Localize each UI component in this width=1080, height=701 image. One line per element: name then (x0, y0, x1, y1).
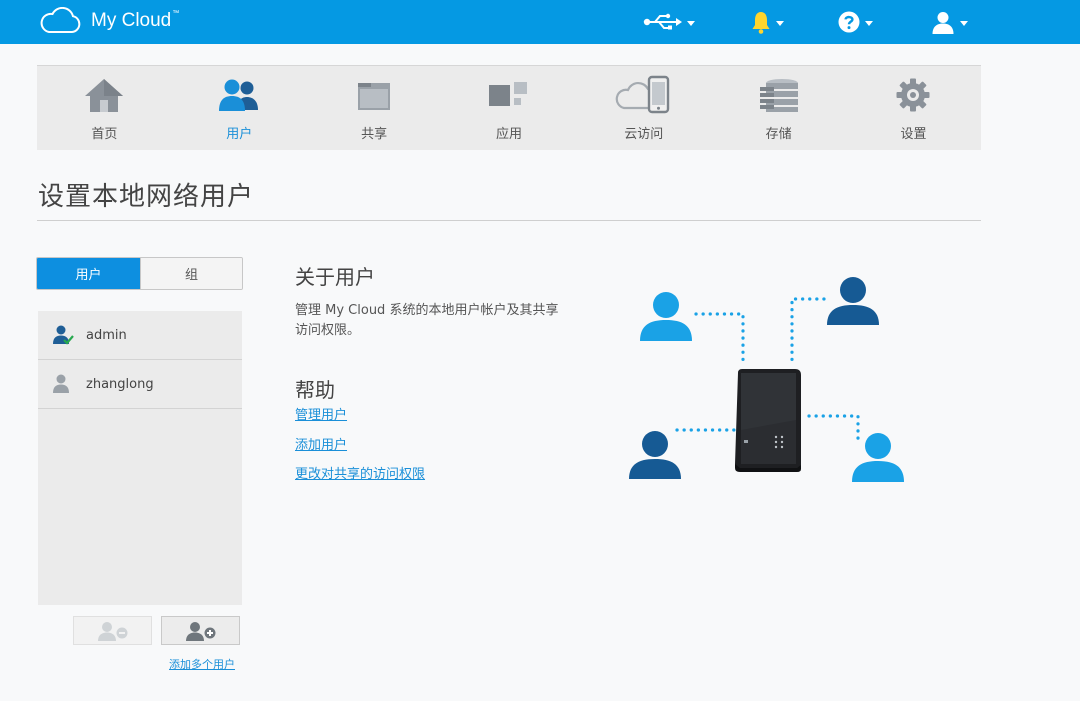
add-user-button[interactable] (161, 616, 240, 645)
storage-icon (759, 79, 798, 112)
user-row-zhanglong[interactable]: zhanglong (38, 360, 242, 409)
home-icon (85, 79, 124, 112)
help-menu[interactable] (838, 6, 873, 38)
page-title: 设置本地网络用户 (38, 182, 255, 212)
usb-icon (643, 13, 682, 30)
about-description: 管理 My Cloud 系统的本地用户帐户及其共享访问权限。 (295, 303, 559, 338)
brand-logo[interactable]: My Cloud™ (38, 5, 179, 37)
user-caret-icon (960, 20, 968, 26)
help-link-manage-users[interactable]: 管理用户 (295, 404, 347, 423)
user-name: zhanglong (86, 376, 154, 392)
user-list: admin zhanglong (38, 311, 242, 605)
help-icon (838, 11, 860, 33)
users-network-illustration (629, 277, 904, 482)
user-group-toggle: 用户 组 (36, 257, 243, 290)
help-link-add-users[interactable]: 添加用户 (295, 434, 347, 453)
bell-caret-icon (776, 20, 784, 26)
help-caret-icon (865, 20, 873, 26)
bell-icon (752, 12, 770, 34)
user-icon (52, 373, 74, 395)
help-heading: 帮助 (295, 378, 335, 402)
nas-device-icon (735, 369, 801, 472)
user-name: admin (86, 327, 127, 343)
nav-item-apps[interactable]: 应用 (442, 66, 577, 150)
nav-item-settings[interactable]: 设置 (846, 66, 981, 150)
nav-item-home[interactable]: 首页 (37, 66, 172, 150)
nav-item-storage[interactable]: 存储 (711, 66, 846, 150)
nav-item-shares[interactable]: 共享 (307, 66, 442, 150)
apps-icon (488, 82, 527, 106)
notifications-menu[interactable] (751, 6, 784, 38)
admin-user-icon (52, 324, 74, 346)
remove-user-icon (97, 621, 127, 641)
person-bottom-left-icon (629, 431, 681, 479)
person-top-left-icon (640, 292, 692, 341)
add-multiple-users-link[interactable]: 添加多个用户 (169, 656, 235, 672)
nav-item-cloud-access[interactable]: 云访问 (576, 66, 711, 150)
tab-groups[interactable]: 组 (140, 258, 242, 289)
user-icon (932, 12, 954, 34)
tab-users[interactable]: 用户 (37, 258, 140, 289)
add-user-icon (185, 621, 215, 641)
remove-user-button[interactable] (73, 616, 152, 645)
brand-name: My Cloud™ (91, 10, 180, 31)
person-top-right-icon (827, 277, 879, 325)
usb-caret-icon (687, 20, 695, 26)
title-divider (37, 220, 981, 221)
help-link-change-share-access[interactable]: 更改对共享的访问权限 (295, 463, 425, 482)
share-folder-icon (358, 83, 391, 110)
users-icon (219, 79, 259, 111)
usb-menu[interactable] (642, 6, 695, 38)
cloud-logo-icon (40, 7, 81, 33)
top-bar: My Cloud™ (0, 0, 1080, 44)
person-bottom-right-icon (852, 433, 904, 482)
account-menu[interactable] (931, 6, 968, 38)
about-heading: 关于用户 (295, 265, 375, 289)
nav-item-users[interactable]: 用户 (172, 66, 307, 150)
cloud-access-icon (615, 75, 669, 114)
gear-icon (896, 78, 930, 112)
user-row-admin[interactable]: admin (38, 311, 242, 360)
main-nav: 首页 用户 共享 应用 云访问 存储 设置 (37, 65, 981, 150)
